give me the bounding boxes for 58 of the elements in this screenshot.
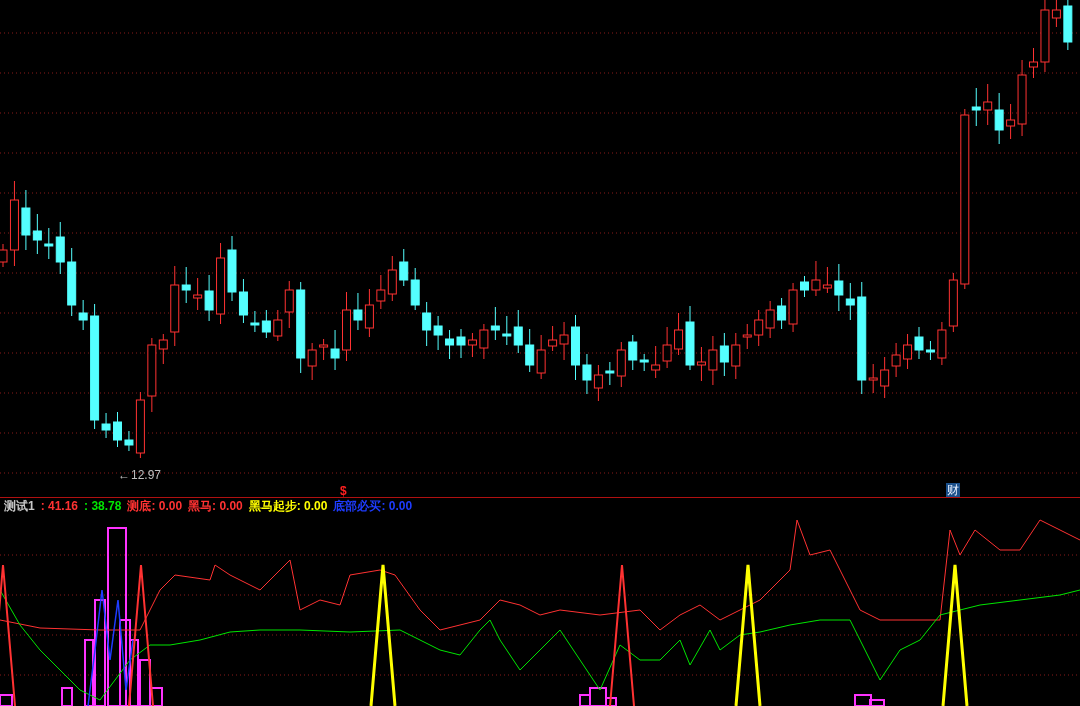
candlestick — [456, 328, 466, 359]
candlestick — [536, 334, 546, 380]
candlestick — [342, 291, 351, 362]
candlestick — [387, 255, 397, 302]
indicator-name: 测试1 — [4, 499, 35, 513]
candlestick — [193, 277, 203, 311]
indicator-value: : 38.78 — [84, 499, 122, 513]
candlestick — [250, 310, 260, 333]
candlestick — [765, 300, 775, 339]
arrow-glyph: ← — [118, 468, 130, 482]
candlestick — [571, 314, 580, 381]
candlestick — [433, 315, 443, 351]
indicator-value: 测底: 0.00 — [127, 499, 183, 513]
candlestick — [204, 274, 214, 322]
candlestick — [490, 306, 500, 341]
candlestick — [525, 328, 535, 373]
candlestick — [880, 356, 890, 399]
signal-marker: $ — [340, 484, 347, 498]
candlestick — [903, 333, 913, 370]
candlestick — [983, 83, 993, 126]
candlestick — [662, 326, 672, 369]
candlestick — [1029, 47, 1038, 79]
candlestick — [948, 272, 958, 333]
candlestick — [479, 323, 489, 360]
candlestick — [1063, 0, 1073, 51]
indicator-value: 黑马: 0.00 — [188, 499, 243, 513]
candlestick — [822, 266, 832, 294]
candlestick — [399, 248, 409, 287]
candlestick — [845, 282, 855, 321]
candlestick — [467, 332, 477, 358]
event-marker: 财 — [946, 483, 960, 497]
candlestick — [719, 332, 729, 377]
candlestick — [593, 364, 603, 402]
candlestick — [800, 275, 809, 298]
candlestick — [582, 353, 592, 395]
candlestick — [937, 321, 947, 366]
candlestick — [994, 92, 1004, 145]
candlestick — [754, 309, 764, 347]
indicator-value: : 41.16 — [40, 499, 79, 513]
histogram-bar — [0, 694, 13, 706]
candlestick — [261, 309, 271, 339]
histogram-bar — [61, 687, 73, 706]
low-price-label: 12.97 — [131, 468, 162, 482]
candlestick — [651, 345, 661, 379]
indicator-value: 黑马起步: 0.00 — [248, 499, 328, 513]
candlestick — [364, 288, 374, 338]
indicator-value: 底部必买: 0.00 — [333, 499, 413, 513]
histogram-bar — [129, 639, 139, 706]
candlestick — [422, 301, 432, 347]
candlestick — [834, 263, 844, 312]
candlestick — [708, 335, 718, 386]
candlestick — [445, 329, 455, 360]
candlestick — [113, 411, 122, 448]
candlestick — [376, 274, 386, 310]
candlestick — [811, 260, 821, 297]
candlestick — [353, 292, 363, 331]
candlestick — [410, 267, 420, 311]
candlestick — [891, 342, 901, 378]
